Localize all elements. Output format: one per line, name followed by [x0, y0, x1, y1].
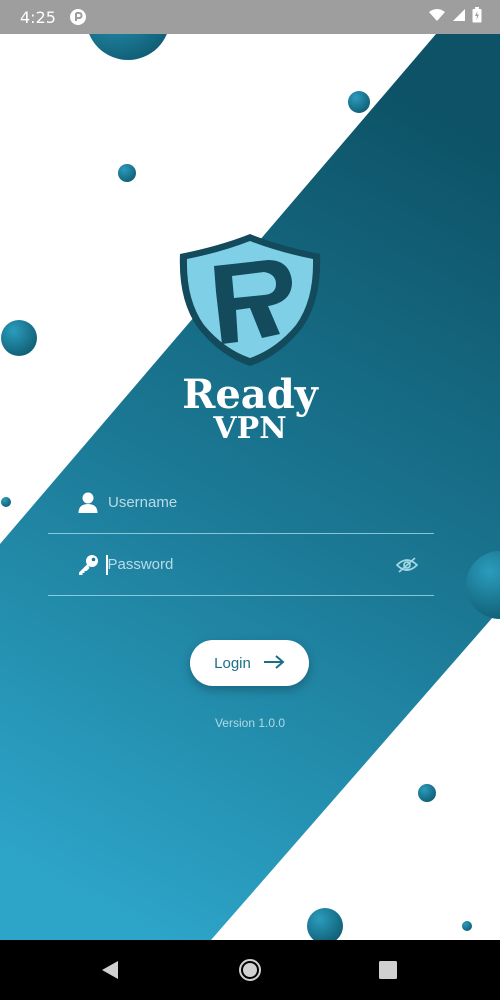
status-bar: 4:25 — [0, 0, 500, 34]
navigation-bar — [0, 940, 500, 1000]
signal-icon — [452, 8, 466, 27]
status-right — [428, 6, 482, 28]
wifi-icon — [428, 8, 446, 27]
status-left: 4:25 — [20, 8, 86, 27]
back-icon[interactable] — [98, 958, 122, 982]
username-field — [48, 472, 434, 534]
username-input[interactable] — [108, 482, 434, 523]
eye-off-icon[interactable] — [394, 553, 420, 577]
arrow-right-icon — [263, 654, 285, 672]
version-text: Version 1.0.0 — [214, 716, 286, 730]
user-icon — [76, 491, 100, 515]
logo-shield-icon — [176, 232, 324, 368]
notification-app-icon — [69, 9, 86, 25]
password-input[interactable] — [107, 544, 394, 585]
status-time: 4:25 — [20, 7, 56, 27]
brand-subname: VPN — [213, 411, 287, 446]
login-button[interactable]: Login — [190, 640, 309, 686]
brand-name: Ready — [182, 371, 318, 418]
key-icon — [76, 553, 100, 577]
login-label: Login — [214, 654, 251, 672]
battery-icon — [472, 6, 482, 28]
password-field — [48, 534, 434, 596]
recents-icon[interactable] — [376, 958, 400, 982]
home-icon[interactable] — [238, 958, 262, 982]
